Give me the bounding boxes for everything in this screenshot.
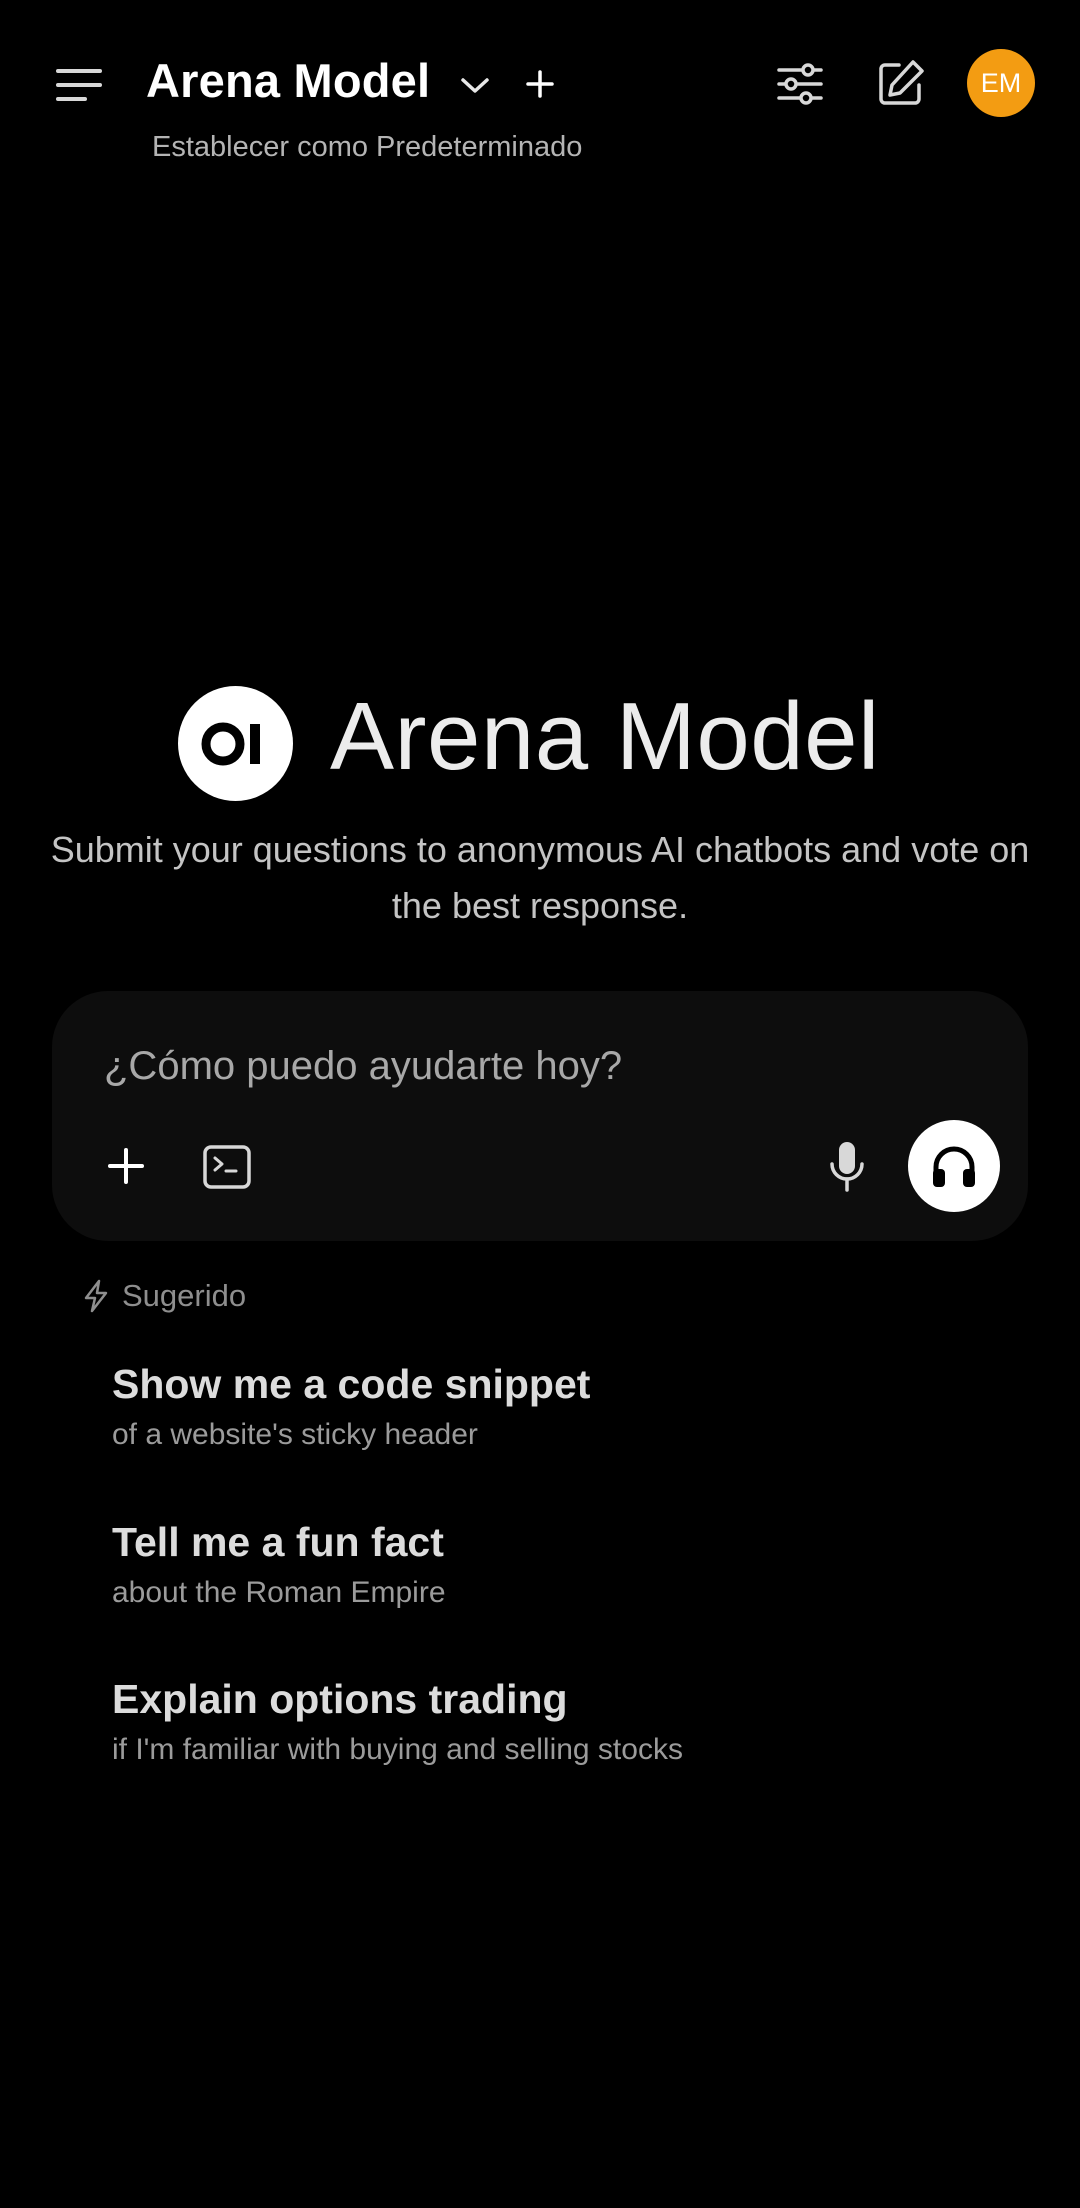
sidebar-menu-button[interactable] — [50, 56, 108, 114]
add-model-button[interactable] — [516, 60, 564, 108]
suggestions-label: Sugerido — [122, 1278, 247, 1313]
edit-icon — [879, 60, 924, 105]
suggestion-item[interactable]: Show me a code snippet of a website's st… — [112, 1361, 1012, 1452]
chevron-down-icon — [461, 78, 489, 93]
suggestion-title: Show me a code snippet — [112, 1361, 591, 1407]
model-logo — [178, 686, 293, 801]
suggestion-title: Tell me a fun fact — [112, 1519, 444, 1565]
user-avatar[interactable]: EM — [967, 49, 1035, 117]
voice-mode-button[interactable] — [908, 1120, 1000, 1212]
menu-icon — [56, 69, 102, 101]
message-input[interactable] — [104, 1038, 884, 1094]
hero-title: Arena Model — [330, 683, 880, 790]
openwebui-logo-icon — [201, 722, 260, 765]
model-selector-title[interactable]: Arena Model — [146, 53, 430, 108]
voice-input-button[interactable] — [820, 1138, 874, 1196]
terminal-icon — [203, 1145, 251, 1189]
set-default-link[interactable]: Establecer como Predeterminado — [152, 131, 582, 164]
chat-controls-button[interactable] — [772, 56, 828, 112]
suggestion-item[interactable]: Explain options trading if I'm familiar … — [112, 1676, 1012, 1767]
attach-button[interactable] — [100, 1140, 152, 1192]
suggestions-header: Sugerido — [82, 1278, 246, 1314]
code-interpreter-button[interactable] — [200, 1140, 254, 1194]
suggestion-subtitle: of a website's sticky header — [112, 1418, 478, 1451]
model-dropdown-button[interactable] — [452, 62, 498, 108]
sliders-icon — [777, 63, 823, 105]
plus-icon — [526, 70, 554, 98]
microphone-icon — [830, 1142, 864, 1192]
suggestion-item[interactable]: Tell me a fun fact about the Roman Empir… — [112, 1519, 1012, 1610]
new-chat-button[interactable] — [872, 54, 930, 112]
suggestion-subtitle: about the Roman Empire — [112, 1576, 446, 1609]
bolt-icon — [84, 1279, 108, 1313]
headphones-icon — [933, 1146, 975, 1187]
plus-icon — [108, 1148, 144, 1184]
suggestion-subtitle: if I'm familiar with buying and selling … — [112, 1733, 683, 1766]
suggestion-title: Explain options trading — [112, 1676, 568, 1722]
hero-description: Submit your questions to anonymous AI ch… — [50, 829, 1030, 926]
message-composer — [52, 991, 1028, 1241]
